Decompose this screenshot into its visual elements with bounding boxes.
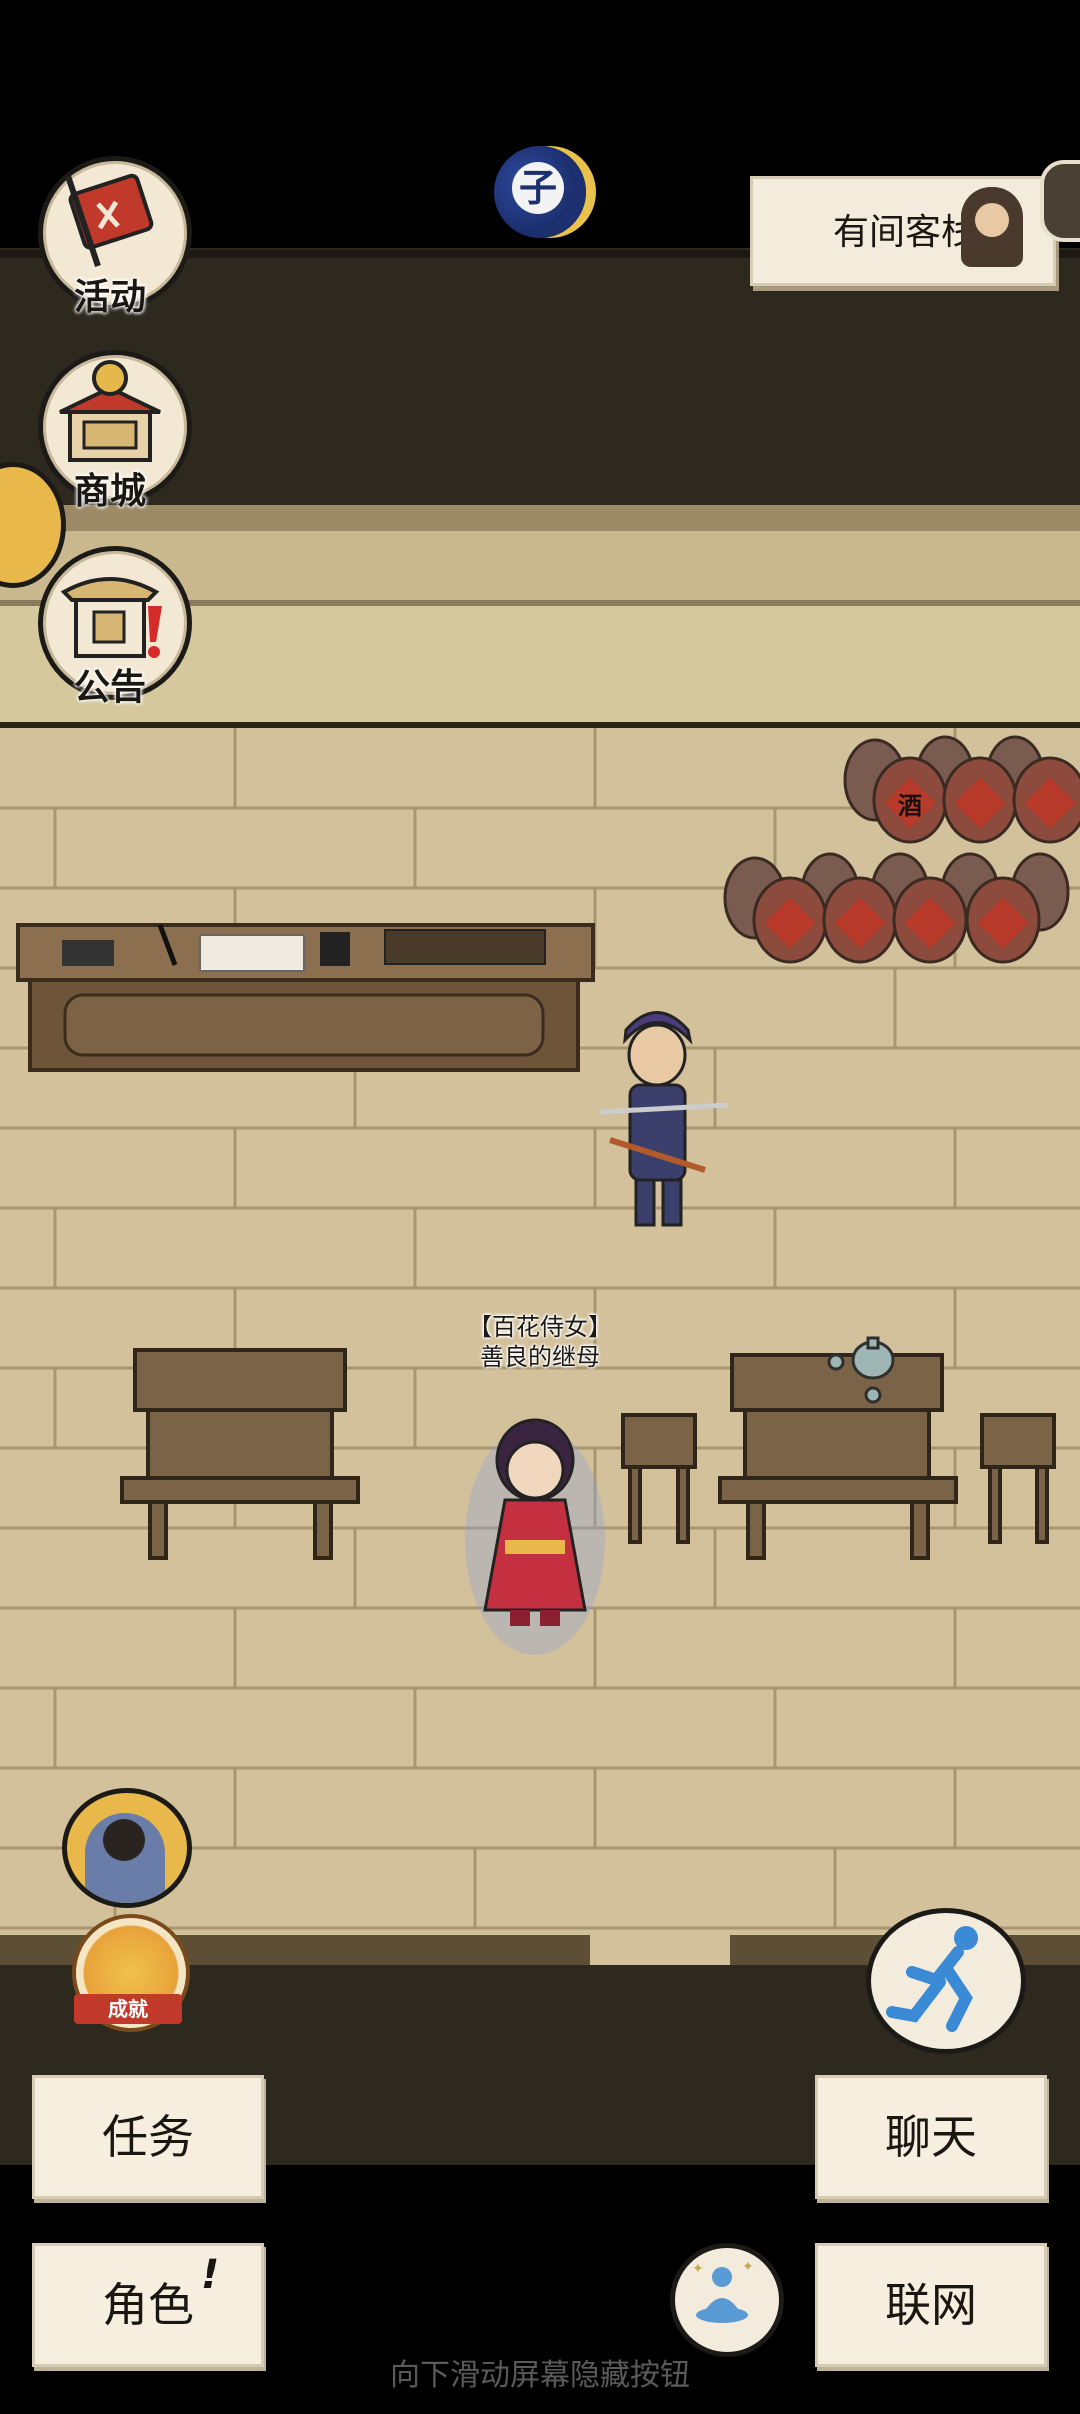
- chat-label: 聊天: [885, 2110, 977, 2164]
- running-person-icon: [886, 1926, 978, 2032]
- sprint-button[interactable]: [866, 1908, 1026, 2054]
- companion-portrait-icon: [85, 1813, 165, 1903]
- time-glyph: 子: [512, 162, 564, 214]
- network-button[interactable]: 联网: [815, 2243, 1047, 2367]
- announcement-label: 公告: [73, 667, 146, 708]
- task-label: 任务: [102, 2110, 194, 2164]
- npc-name: 善良的继母: [480, 1343, 600, 1371]
- svg-text:✦: ✦: [742, 2259, 754, 2275]
- npc-title: 【百花侍女】: [468, 1313, 612, 1341]
- role-notification-badge: !: [201, 2252, 220, 2298]
- counter-desk: [16, 923, 595, 1072]
- meditation-icon: ✦ ✦: [692, 2259, 754, 2323]
- role-label: 角色: [102, 2278, 194, 2332]
- innkeeper-avatar-icon: [961, 187, 1023, 267]
- meditation-button[interactable]: ✦ ✦: [670, 2243, 784, 2357]
- achievement-ribbon: 成就: [74, 1994, 182, 2024]
- network-label: 联网: [885, 2278, 977, 2332]
- activity-label: 活动: [73, 277, 146, 318]
- time-of-day-indicator[interactable]: 子: [494, 146, 586, 238]
- achievement-button[interactable]: 成就: [66, 1912, 190, 2036]
- hide-buttons-hint: 向下滑动屏幕隐藏按钮: [390, 2358, 690, 2393]
- map-toggle-icon[interactable]: [1040, 160, 1080, 242]
- wine-jar-label: 酒: [898, 792, 922, 820]
- chat-button[interactable]: 聊天: [815, 2075, 1047, 2199]
- location-name: 有间客栈: [833, 212, 978, 253]
- task-button[interactable]: 任务: [32, 2075, 264, 2199]
- location-panel[interactable]: 有间客栈: [750, 176, 1056, 286]
- companion-avatar-button[interactable]: [62, 1788, 192, 1908]
- role-button[interactable]: 角色 !: [32, 2243, 264, 2367]
- npc-name-tag[interactable]: 【百花侍女】 善良的继母: [420, 1312, 660, 1372]
- svg-text:✦: ✦: [692, 2261, 704, 2277]
